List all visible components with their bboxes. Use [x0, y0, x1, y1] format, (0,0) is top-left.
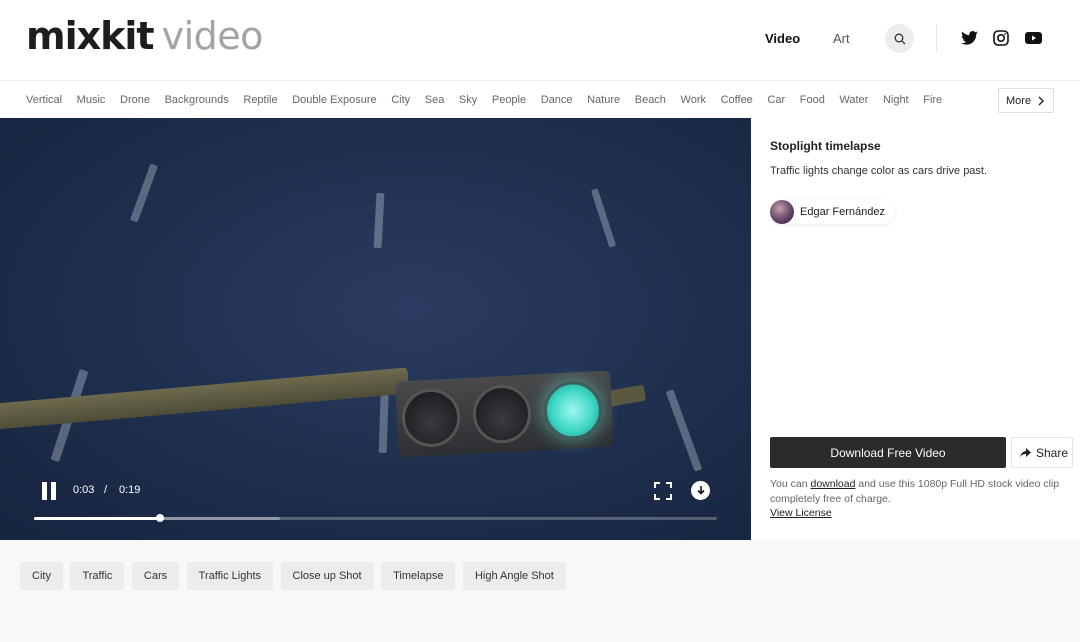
current-time: 0:03 — [73, 484, 95, 496]
road-marking — [373, 192, 385, 249]
tag-list: City Traffic Cars Traffic Lights Close u… — [20, 562, 573, 590]
category-item[interactable]: Fire — [923, 94, 942, 106]
nav-art[interactable]: Art — [833, 31, 850, 46]
avatar — [770, 200, 794, 224]
road-marking — [590, 188, 617, 248]
share-button[interactable]: Share — [1011, 437, 1073, 468]
share-label: Share — [1036, 445, 1069, 460]
category-item[interactable]: People — [492, 94, 526, 106]
nav-video[interactable]: Video — [765, 31, 800, 46]
author-chip[interactable]: Edgar Fernández — [770, 200, 895, 224]
tag-chip[interactable]: Traffic — [70, 562, 125, 590]
category-item[interactable]: City — [391, 94, 410, 106]
road-marking — [665, 389, 703, 472]
road-marking — [129, 163, 159, 223]
note-prefix: You can — [770, 478, 811, 490]
traffic-lamp-off — [471, 383, 533, 445]
instagram-icon — [993, 30, 1009, 46]
search-icon — [894, 33, 905, 44]
tags-section: City Traffic Cars Traffic Lights Close u… — [0, 540, 1080, 642]
category-item[interactable]: Coffee — [721, 94, 753, 106]
category-list: Vertical Music Drone Backgrounds Reptile… — [26, 94, 957, 106]
download-free-video-button[interactable]: Download Free Video — [770, 437, 1006, 468]
fullscreen-button[interactable] — [654, 482, 672, 500]
site-logo[interactable]: mixkit video — [26, 14, 263, 62]
share-icon — [1020, 447, 1031, 457]
youtube-icon — [1024, 32, 1042, 44]
category-item[interactable]: Backgrounds — [165, 94, 229, 106]
logo-brand: mixkit — [26, 14, 155, 58]
pause-button[interactable] — [40, 482, 58, 500]
author-name: Edgar Fernández — [800, 206, 885, 218]
tag-chip[interactable]: Traffic Lights — [186, 562, 273, 590]
traffic-light-pole — [0, 367, 410, 430]
video-player[interactable] — [0, 118, 751, 540]
category-item[interactable]: Drone — [120, 94, 150, 106]
category-item[interactable]: Car — [767, 94, 785, 106]
category-item[interactable]: Work — [681, 94, 706, 106]
progress-bar — [34, 517, 161, 520]
more-label: More — [1006, 94, 1032, 107]
traffic-light — [395, 370, 614, 458]
search-button[interactable] — [885, 24, 914, 53]
total-time: 0:19 — [119, 484, 141, 496]
category-item[interactable]: Nature — [587, 94, 620, 106]
chevron-right-icon — [1038, 96, 1044, 106]
tag-chip[interactable]: City — [20, 562, 63, 590]
traffic-lamp-green — [542, 379, 604, 441]
category-item[interactable]: Music — [77, 94, 106, 106]
traffic-lamp-off — [400, 387, 462, 449]
fullscreen-icon — [654, 482, 672, 500]
view-license-link[interactable]: View License — [770, 507, 832, 519]
pause-icon-bar — [51, 482, 56, 500]
progress-track[interactable] — [34, 514, 717, 522]
download-link[interactable]: download — [810, 478, 855, 490]
category-item[interactable]: Reptile — [243, 94, 277, 106]
video-download-button[interactable] — [691, 481, 710, 500]
logo-sub: video — [161, 14, 264, 58]
pause-icon — [42, 482, 47, 500]
tag-chip[interactable]: Cars — [131, 562, 180, 590]
site-header: mixkit video Video Art — [0, 0, 1080, 80]
download-arrow-icon — [696, 486, 705, 495]
video-title: Stoplight timelapse — [770, 139, 881, 153]
category-item[interactable]: Vertical — [26, 94, 62, 106]
category-item[interactable]: Food — [800, 94, 825, 106]
twitter-link[interactable] — [960, 29, 978, 47]
twitter-icon — [960, 31, 978, 45]
youtube-link[interactable] — [1024, 29, 1042, 47]
category-item[interactable]: Sea — [425, 94, 445, 106]
video-description: Traffic lights change color as cars driv… — [770, 165, 988, 177]
header-divider — [936, 24, 937, 52]
category-item[interactable]: Dance — [541, 94, 573, 106]
video-details-panel: Stoplight timelapse Traffic lights chang… — [751, 118, 1080, 540]
time-separator: / — [104, 484, 108, 496]
tag-chip[interactable]: Close up Shot — [280, 562, 374, 590]
category-item[interactable]: Sky — [459, 94, 477, 106]
tag-chip[interactable]: High Angle Shot — [462, 562, 566, 590]
category-item[interactable]: Double Exposure — [292, 94, 376, 106]
license-note: You can download and use this 1080p Full… — [770, 477, 1070, 507]
instagram-link[interactable] — [992, 29, 1010, 47]
category-item[interactable]: Water — [839, 94, 868, 106]
category-item[interactable]: Night — [883, 94, 909, 106]
tag-chip[interactable]: Timelapse — [381, 562, 456, 590]
more-categories-button[interactable]: More — [998, 88, 1054, 113]
category-bar: Vertical Music Drone Backgrounds Reptile… — [0, 80, 1080, 118]
category-item[interactable]: Beach — [635, 94, 666, 106]
